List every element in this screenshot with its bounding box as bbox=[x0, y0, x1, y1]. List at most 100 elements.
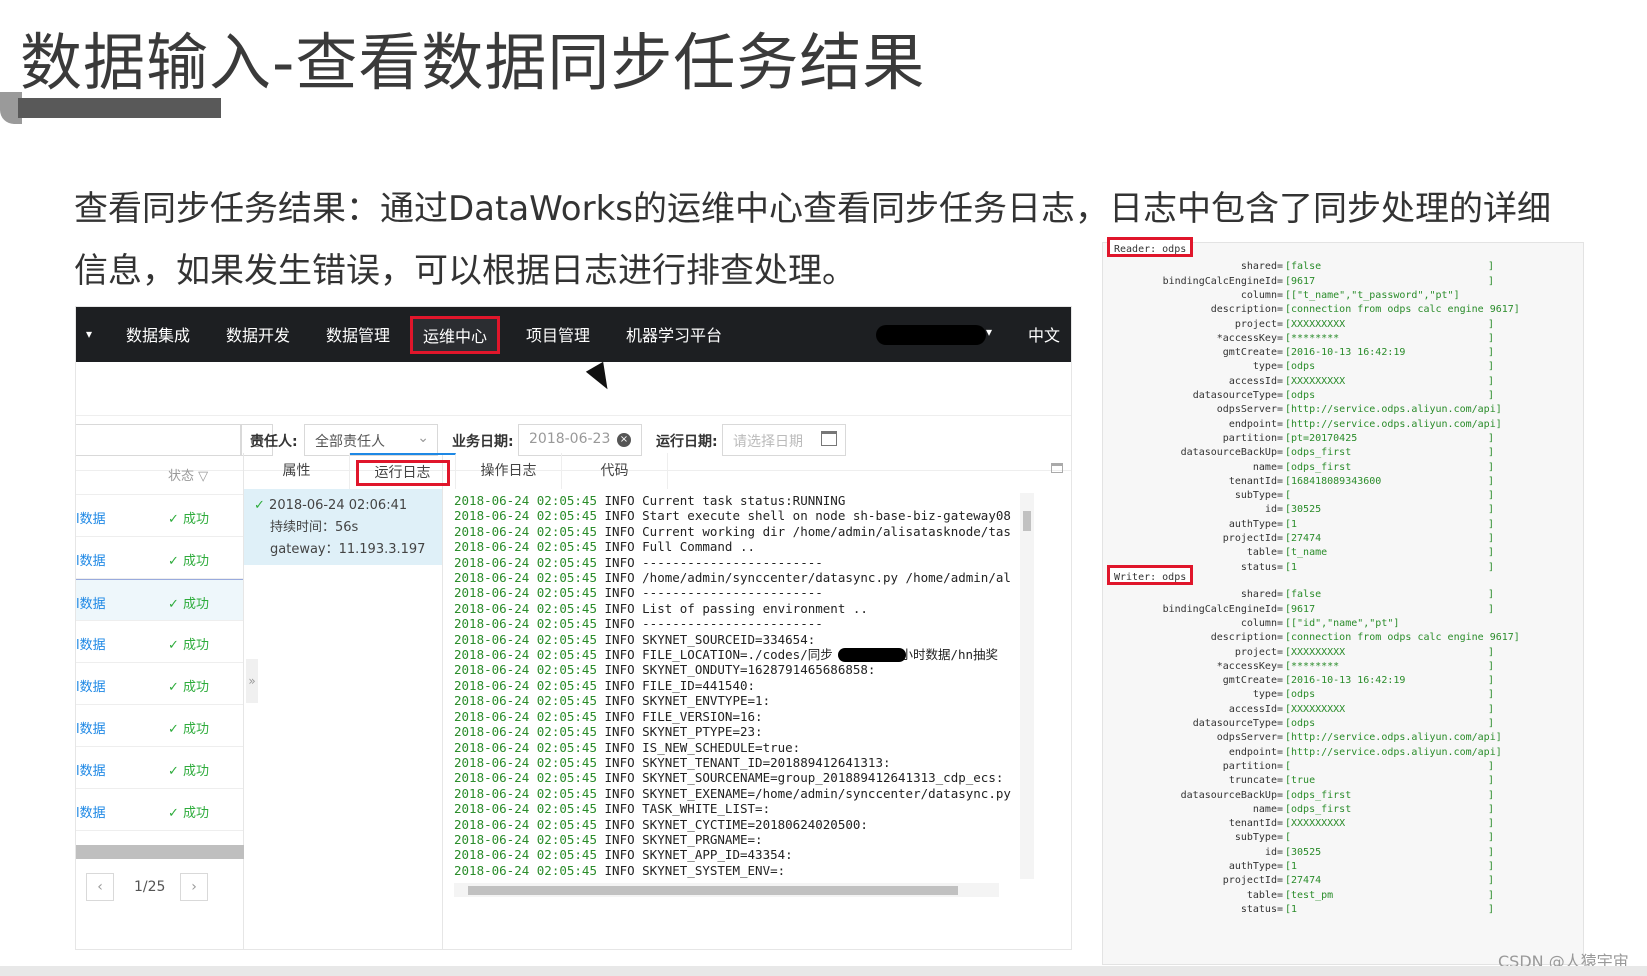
config-field: truncate= [true] bbox=[1103, 773, 1583, 788]
filter-icon[interactable]: ▽ bbox=[198, 469, 208, 484]
log-line: 2018-06-24 02:05:45 INFO SKYNET_APP_ID=4… bbox=[454, 847, 1018, 862]
tab-run-log[interactable]: 运行日志 bbox=[350, 453, 456, 489]
owner-select[interactable]: 全部责任人 ⌄ bbox=[304, 424, 438, 456]
log-line: 2018-06-24 02:05:45 INFO FILE_VERSION=16… bbox=[454, 709, 1018, 724]
instance-card[interactable]: ✓ 2018-06-24 02:06:41 持续时间：56s gateway：1… bbox=[244, 489, 442, 565]
list-item[interactable]: l数据 ✓ 成功 bbox=[76, 495, 243, 537]
run-date-placeholder: 请选择日期 bbox=[733, 434, 803, 450]
log-line: 2018-06-24 02:05:45 INFO IS_NEW_SCHEDULE… bbox=[454, 740, 1018, 755]
tab-operation-log[interactable]: 操作日志 bbox=[456, 453, 562, 489]
config-key: column= bbox=[1240, 289, 1283, 301]
config-bracket: ] bbox=[1488, 689, 1495, 701]
list-item-name[interactable]: l数据 bbox=[76, 634, 106, 653]
config-bracket: ] bbox=[1488, 718, 1495, 729]
config-key: *accessKey= bbox=[1216, 660, 1283, 672]
list-item[interactable]: l数据 ✓ 成功 bbox=[76, 663, 243, 705]
list-item-name[interactable]: l数据 bbox=[76, 802, 106, 821]
config-bracket: ] bbox=[1488, 261, 1495, 273]
list-item-name[interactable]: l数据 bbox=[76, 593, 106, 612]
list-item[interactable]: l数据 ✓ 成功 bbox=[76, 537, 243, 579]
config-bracket: ] bbox=[1488, 461, 1495, 473]
log-message: INFO FILE_VERSION=16: bbox=[597, 708, 763, 724]
config-field: *accessKey= [********] bbox=[1103, 659, 1583, 674]
list-item-name[interactable]: l数据 bbox=[76, 676, 106, 695]
config-value: [odps_first bbox=[1285, 789, 1352, 801]
menu-caret-icon[interactable]: ▾ bbox=[86, 327, 92, 341]
config-key: partition= bbox=[1222, 760, 1283, 772]
list-item-name[interactable]: l数据 bbox=[76, 718, 106, 737]
tab-properties[interactable]: 属性 bbox=[244, 453, 350, 489]
config-value: [odps bbox=[1285, 390, 1316, 401]
config-value: [1 bbox=[1285, 518, 1298, 530]
list-item-name[interactable]: l数据 bbox=[76, 508, 106, 527]
config-bracket: ] bbox=[1488, 646, 1495, 658]
config-key: type= bbox=[1252, 689, 1283, 701]
config-field: status= [1] bbox=[1103, 902, 1583, 917]
config-field: subType=[] bbox=[1103, 488, 1583, 503]
tab-code[interactable]: 代码 bbox=[562, 453, 668, 489]
minimize-icon[interactable] bbox=[1051, 463, 1063, 473]
log-message: INFO Current working dir /home/admin/ali… bbox=[597, 523, 1011, 539]
calendar-icon[interactable] bbox=[821, 431, 837, 446]
language-switch[interactable]: 中文 bbox=[1028, 322, 1060, 346]
run-date-field[interactable]: 请选择日期 bbox=[722, 424, 846, 456]
config-key: description= bbox=[1210, 304, 1283, 316]
config-bracket: ] bbox=[1488, 875, 1495, 887]
log-timestamp: 2018-06-24 02:05:45 bbox=[454, 585, 597, 601]
log-line: 2018-06-24 02:05:45 INFO SKYNET_TENANT_I… bbox=[454, 755, 1018, 770]
search-input[interactable] bbox=[76, 424, 241, 456]
config-field: odpsServer= [http://service.odps.aliyun.c… bbox=[1103, 730, 1583, 745]
config-field: project= [XXXXXXXXX] bbox=[1103, 317, 1583, 332]
clear-icon[interactable]: × bbox=[617, 433, 631, 447]
nav-data-integration[interactable]: 数据集成 bbox=[126, 322, 190, 346]
page-indicator: 1/25 bbox=[134, 879, 166, 895]
scroll-thumb[interactable] bbox=[468, 886, 958, 895]
log-message: INFO ------------------------ bbox=[597, 616, 823, 632]
config-key: name= bbox=[1252, 461, 1283, 473]
config-value: [http://service.odps.aliyun.com/api] bbox=[1285, 732, 1502, 744]
log-line: 2018-06-24 02:05:45 INFO SKYNET_PRGNAME=… bbox=[454, 832, 1018, 847]
log-message: INFO SKYNET_SOURCEID=334654: bbox=[597, 631, 816, 647]
nav-ops-center[interactable]: 运维中心 bbox=[410, 316, 501, 354]
horizontal-scrollbar[interactable] bbox=[76, 845, 244, 859]
nav-machine-learning[interactable]: 机器学习平台 bbox=[626, 322, 722, 346]
log-timestamp: 2018-06-24 02:05:45 bbox=[454, 770, 597, 786]
next-page-icon[interactable]: › bbox=[180, 873, 208, 901]
status-text: 成功 bbox=[183, 554, 210, 569]
instance-panel: ✓ 2018-06-24 02:06:41 持续时间：56s gateway：1… bbox=[244, 453, 443, 949]
config-field: column= [["id","name","pt"] bbox=[1103, 616, 1583, 631]
config-field: table= [test_pm] bbox=[1103, 888, 1583, 903]
scroll-thumb[interactable] bbox=[1023, 511, 1031, 531]
config-value: [XXXXXXXXX bbox=[1285, 703, 1346, 715]
config-key: type= bbox=[1252, 361, 1283, 373]
config-field: id= [30525] bbox=[1103, 845, 1583, 860]
config-bracket: ] bbox=[1488, 332, 1495, 344]
log-vertical-scrollbar[interactable] bbox=[1020, 493, 1034, 879]
list-item[interactable]: l数据 ✓ 成功 bbox=[76, 705, 243, 747]
log-line: 2018-06-24 02:05:45 INFO Full Command .. bbox=[454, 539, 1018, 554]
list-item[interactable]: l数据 ✓ 成功 bbox=[76, 747, 243, 789]
list-item[interactable]: l数据 ✓ 成功 bbox=[76, 789, 243, 831]
config-key: description= bbox=[1210, 632, 1283, 644]
list-item-selected[interactable]: l数据 ✓ 成功 bbox=[76, 579, 243, 621]
config-value: [30525 bbox=[1285, 846, 1322, 858]
list-item-name[interactable]: l数据 bbox=[76, 760, 106, 779]
list-item-name[interactable]: l数据 bbox=[76, 550, 106, 569]
config-key: endpoint= bbox=[1228, 418, 1283, 430]
list-item[interactable]: l数据 ✓ 成功 bbox=[76, 621, 243, 663]
user-caret-icon[interactable]: ▾ bbox=[986, 325, 992, 339]
config-field: column= [["t_name","t_password","pt"] bbox=[1103, 288, 1583, 303]
config-key: truncate= bbox=[1228, 775, 1283, 787]
biz-date-field[interactable]: 2018-06-23 × bbox=[518, 424, 642, 456]
status-column-header[interactable]: 状态 ▽ bbox=[76, 453, 243, 495]
nav-data-development[interactable]: 数据开发 bbox=[226, 322, 290, 346]
nav-project-management[interactable]: 项目管理 bbox=[526, 322, 590, 346]
config-field: description= [connection from odps calc e… bbox=[1103, 302, 1583, 317]
prev-page-icon[interactable]: ‹ bbox=[86, 873, 114, 901]
nav-data-management[interactable]: 数据管理 bbox=[326, 322, 390, 346]
config-value: [odps_first bbox=[1285, 803, 1352, 815]
log-horizontal-scrollbar[interactable] bbox=[454, 883, 999, 897]
config-value: [2016-10-13 16:42:19 bbox=[1285, 675, 1406, 687]
config-field: *accessKey= [********] bbox=[1103, 331, 1583, 346]
owner-label: 责任人: bbox=[250, 434, 298, 450]
